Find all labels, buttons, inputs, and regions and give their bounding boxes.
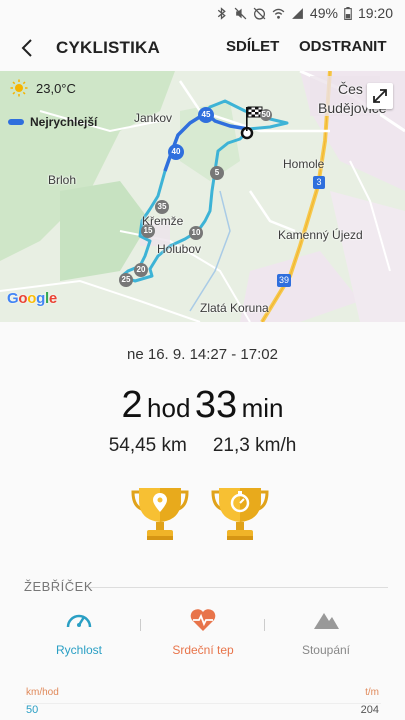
duration-hours: 2 (121, 384, 143, 426)
mute-icon (234, 7, 247, 19)
km-marker-50: 50 (261, 110, 271, 119)
km-marker-10: 10 (191, 228, 201, 237)
wifi-icon (272, 8, 285, 19)
activity-stats: 54,45 km 21,3 km/h (0, 435, 405, 457)
expand-icon (373, 89, 387, 103)
battery-icon (344, 6, 352, 20)
tab-speed[interactable]: Rychlost (24, 607, 134, 657)
sun-icon (10, 79, 28, 97)
place-label: Brloh (48, 173, 77, 187)
distance-value: 54,45 km (108, 435, 187, 456)
chart-right-value: 204 (360, 704, 379, 716)
map-legend: Nejrychlejší (8, 115, 97, 129)
ranking-tabs: Rychlost Srdeční tep Stoupání (0, 607, 405, 665)
km-marker-40: 40 (171, 147, 181, 156)
app-bar: CYKLISTIKA SDÍLET ODSTRANIT (0, 26, 405, 70)
battery-percent: 49% (309, 5, 338, 21)
tab-elevation-label: Stoupání (301, 643, 351, 657)
page-title: CYKLISTIKA (56, 38, 160, 57)
status-icons: 49% 19:20 (215, 5, 393, 21)
google-logo: Google (7, 290, 57, 307)
heart-rate-icon (190, 609, 216, 631)
temperature: 23,0°C (36, 80, 76, 96)
signal-icon (292, 7, 303, 19)
tab-separator (140, 619, 141, 631)
chart-area (24, 703, 381, 720)
status-bar: 49% 19:20 (0, 0, 405, 26)
speed-value: 21,3 km/h (212, 435, 297, 456)
road-number-39: 39 (278, 275, 289, 285)
place-label: Kamenný Újezd (278, 228, 363, 242)
distance-trophy-icon[interactable] (129, 484, 191, 546)
remove-button[interactable]: ODSTRANIT (299, 38, 387, 55)
expand-map-button[interactable] (367, 83, 393, 109)
clock: 19:20 (357, 5, 393, 21)
legend-swatch (8, 119, 24, 125)
speedometer-icon (66, 614, 92, 628)
tab-elevation[interactable]: Stoupání (271, 607, 381, 657)
duration-minutes: 33 (194, 384, 238, 426)
mountain-icon (314, 613, 339, 629)
duration-hours-unit: hod (147, 393, 191, 423)
chart-left-unit: km/hod (26, 687, 59, 698)
tab-heart-rate-label: Srdeční tep (172, 643, 234, 657)
time-trophy-icon[interactable] (209, 484, 271, 546)
chart-left-value: 50 (26, 704, 39, 716)
ranking-header: ŽEBŘÍČEK (24, 579, 94, 594)
tab-speed-label: Rychlost (55, 643, 102, 657)
chart-right-unit: t/m (365, 687, 379, 698)
duration-minutes-unit: min (241, 393, 284, 423)
place-label: Čes (338, 81, 363, 97)
place-label: Jankov (134, 111, 173, 125)
place-label: Homole (283, 157, 325, 171)
alarm-off-icon (253, 7, 266, 20)
km-marker-5: 5 (214, 168, 220, 177)
km-marker-25: 25 (121, 275, 131, 284)
km-marker-20: 20 (136, 265, 146, 274)
tab-separator (264, 619, 265, 631)
back-arrow-icon[interactable] (14, 34, 42, 62)
place-label: Holubov (157, 242, 202, 256)
duration: 2 hod 33 min (0, 384, 405, 427)
km-marker-45: 45 (201, 110, 211, 119)
activity-date: ne 16. 9. 14:27 - 17:02 (127, 346, 278, 363)
place-label: Zlatá Koruna (200, 301, 269, 315)
legend-label: Nejrychlejší (30, 115, 98, 129)
road-number-3: 3 (316, 177, 322, 187)
bluetooth-icon (217, 6, 226, 20)
place-label: Křemže (142, 214, 184, 228)
km-marker-35: 35 (157, 202, 167, 211)
tab-heart-rate[interactable]: Srdeční tep (148, 607, 258, 657)
route-map[interactable]: 45 40 5 10 15 35 20 25 50 Čes Budějovice… (0, 71, 405, 322)
weather-info: 23,0°C (10, 79, 76, 97)
ranking-divider (90, 587, 388, 588)
share-button[interactable]: SDÍLET (226, 38, 279, 55)
